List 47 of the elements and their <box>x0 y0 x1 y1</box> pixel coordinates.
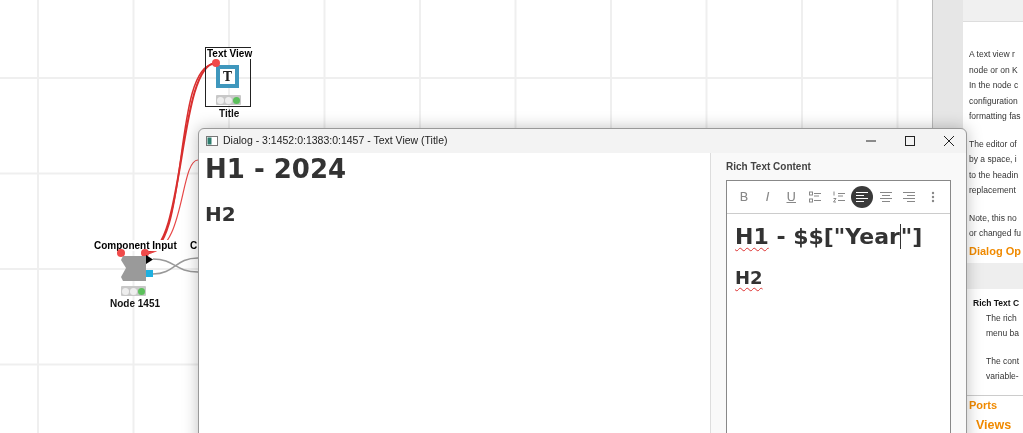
window-icon <box>206 136 218 146</box>
description-text: The cont <box>985 354 1021 368</box>
node-label: Component Input <box>94 240 177 251</box>
description-text: to the headin <box>968 168 1020 182</box>
description-text: formatting fas <box>968 110 1022 123</box>
description-text: or changed fu <box>968 227 1022 240</box>
description-text: by a space, i <box>968 153 1018 166</box>
bold-button[interactable]: B <box>733 186 755 208</box>
option-name: Rich Text C <box>972 296 1021 310</box>
text-view-node-icon[interactable]: T <box>216 65 239 88</box>
align-left-button[interactable] <box>851 186 874 208</box>
description-text: Note, this no <box>968 211 1018 225</box>
component-node-icon[interactable] <box>121 256 146 281</box>
section-heading: Ports <box>968 397 999 413</box>
flow-variable-port-icon <box>212 59 220 67</box>
flow-variable-port-icon <box>117 249 125 257</box>
rich-text-editor[interactable]: B I U H1 - $$["Year"] H2 <box>726 180 951 433</box>
description-text: The rich <box>985 311 1018 325</box>
numbered-list-icon <box>832 191 845 203</box>
description-text: node or on K <box>968 63 1019 77</box>
preview-heading: H1 - 2024 <box>205 153 348 185</box>
section-heading: Views <box>975 416 1013 433</box>
node-name: Node 1451 <box>110 298 161 309</box>
node-label: Text View <box>207 48 253 59</box>
align-right-icon <box>903 191 916 203</box>
align-center-icon <box>879 191 892 203</box>
preview-subheading: H2 <box>205 201 237 227</box>
maximize-icon <box>904 135 916 147</box>
editor-subheading: H2 <box>735 266 764 290</box>
section-heading: Dialog Op <box>968 243 1022 259</box>
description-text: The editor of <box>968 137 1018 151</box>
description-text: variable- <box>985 370 1020 383</box>
close-icon <box>943 135 955 147</box>
description-text: menu ba <box>985 327 1021 340</box>
field-label: Rich Text Content <box>726 160 812 174</box>
description-text: A text view r <box>968 48 1016 61</box>
description-text: replacement <box>968 184 1017 197</box>
bullet-list-icon <box>808 191 821 203</box>
italic-button[interactable]: I <box>756 186 779 208</box>
description-text: configuration <box>968 94 1019 108</box>
editor-heading: H1 - $$["Year"] <box>735 223 924 251</box>
underline-button[interactable]: U <box>780 186 803 208</box>
node-name: Title <box>219 108 240 119</box>
align-left-icon <box>856 191 869 203</box>
node-label: C <box>190 240 198 251</box>
description-text: In the node c <box>968 79 1020 92</box>
window-title: Dialog - 3:1452:0:1383:0:1457 - Text View (Title) <box>223 133 448 149</box>
